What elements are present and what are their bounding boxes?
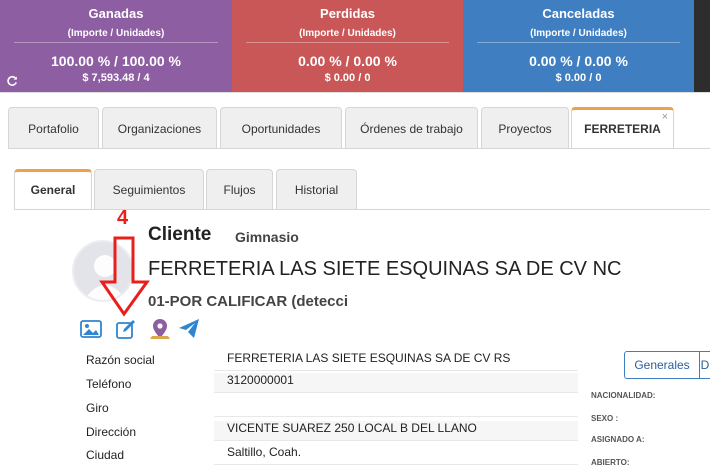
page: Ganadas (Importe / Unidades) 100.00 % / … <box>0 0 710 468</box>
tab-flujos[interactable]: Flujos <box>206 169 273 209</box>
stat-amount: $ 7,593.48 / 4 <box>82 72 150 84</box>
detail-value-giro <box>214 397 578 417</box>
client-label: Cliente <box>148 224 212 245</box>
detail-value-razon-social: FERRETERIA LAS SIETE ESQUINAS SA DE CV R… <box>214 351 578 371</box>
stat-amount: $ 0.00 / 0 <box>555 72 602 84</box>
stat-divider <box>477 42 680 43</box>
refresh-icon[interactable] <box>6 75 18 90</box>
detail-value-telefono: 3120000001 <box>214 373 578 393</box>
stat-card-partial <box>694 0 710 92</box>
tab-portafolio[interactable]: Portafolio <box>8 107 99 149</box>
stat-divider <box>14 42 218 43</box>
stat-title: Canceladas <box>542 6 615 21</box>
stat-card-ganadas: Ganadas (Importe / Unidades) 100.00 % / … <box>0 0 232 92</box>
client-status: 01-POR CALIFICAR (detecci <box>148 293 349 310</box>
detail-label-giro: Giro <box>86 401 109 415</box>
stat-divider <box>246 42 449 43</box>
detail-label-ciudad: Ciudad <box>86 448 125 462</box>
stat-subtitle: (Importe / Unidades) <box>299 28 396 39</box>
stat-amount: $ 0.00 / 0 <box>324 72 371 84</box>
label-sexo: SEXO : <box>591 414 619 423</box>
detail-label-direccion: Dirección <box>86 425 137 439</box>
stat-card-canceladas: Canceladas (Importe / Unidades) 0.00 % /… <box>463 0 694 92</box>
company-name: FERRETERIA LAS SIETE ESQUINAS SA DE CV N… <box>148 258 622 280</box>
tab-historial[interactable]: Historial <box>276 169 357 209</box>
label-nacionalidad: NACIONALIDAD: <box>591 391 656 400</box>
stat-card-edge <box>694 0 710 92</box>
stat-subtitle: (Importe / Unidades) <box>67 28 165 39</box>
tab-proyectos[interactable]: Proyectos <box>481 107 569 149</box>
stats-bar: Ganadas (Importe / Unidades) 100.00 % / … <box>0 0 710 92</box>
label-abierto: ABIERTO: <box>591 458 630 467</box>
send-icon[interactable] <box>178 318 200 340</box>
detail-value-direccion: VICENTE SUAREZ 250 LOCAL B DEL LLANO <box>214 421 578 441</box>
stat-percent: 0.00 % / 0.00 % <box>298 53 397 69</box>
detail-value-ciudad: Saltillo, Coah. <box>214 445 578 465</box>
tab-seguimientos[interactable]: Seguimientos <box>94 169 204 209</box>
stat-card-perdidas: Perdidas (Importe / Unidades) 0.00 % / 0… <box>232 0 463 92</box>
second-tab-button[interactable]: D <box>699 351 710 379</box>
tab-organizaciones[interactable]: Organizaciones <box>102 107 217 149</box>
detail-label-razon-social: Razón social <box>86 353 155 367</box>
detail-label-telefono: Teléfono <box>86 377 132 391</box>
tab-ferreteria[interactable]: FERRETERIA × <box>571 107 674 149</box>
stat-title: Ganadas <box>88 6 144 21</box>
edit-icon[interactable] <box>115 318 137 340</box>
close-icon[interactable]: × <box>662 98 668 136</box>
tab-ordenes-de-trabajo[interactable]: Órdenes de trabajo <box>345 107 478 149</box>
stat-subtitle: (Importe / Unidades) <box>530 28 627 39</box>
generales-button[interactable]: Generales <box>624 351 700 379</box>
map-pin-icon[interactable] <box>149 318 171 340</box>
tab-oportunidades[interactable]: Oportunidades <box>220 107 342 149</box>
stat-title: Perdidas <box>320 6 375 21</box>
client-type: Gimnasio <box>235 229 299 245</box>
annotation-number: 4 <box>117 207 129 229</box>
tab-general[interactable]: General <box>14 169 92 209</box>
tab-ferreteria-label: FERRETERIA <box>584 122 661 136</box>
stat-percent: 0.00 % / 0.00 % <box>529 53 628 69</box>
tab-divider <box>8 148 710 149</box>
stat-percent: 100.00 % / 100.00 % <box>51 53 181 69</box>
annotation-arrow-icon <box>99 236 151 323</box>
image-icon[interactable] <box>80 318 102 340</box>
label-asignado: ASIGNADO A: <box>591 435 645 444</box>
